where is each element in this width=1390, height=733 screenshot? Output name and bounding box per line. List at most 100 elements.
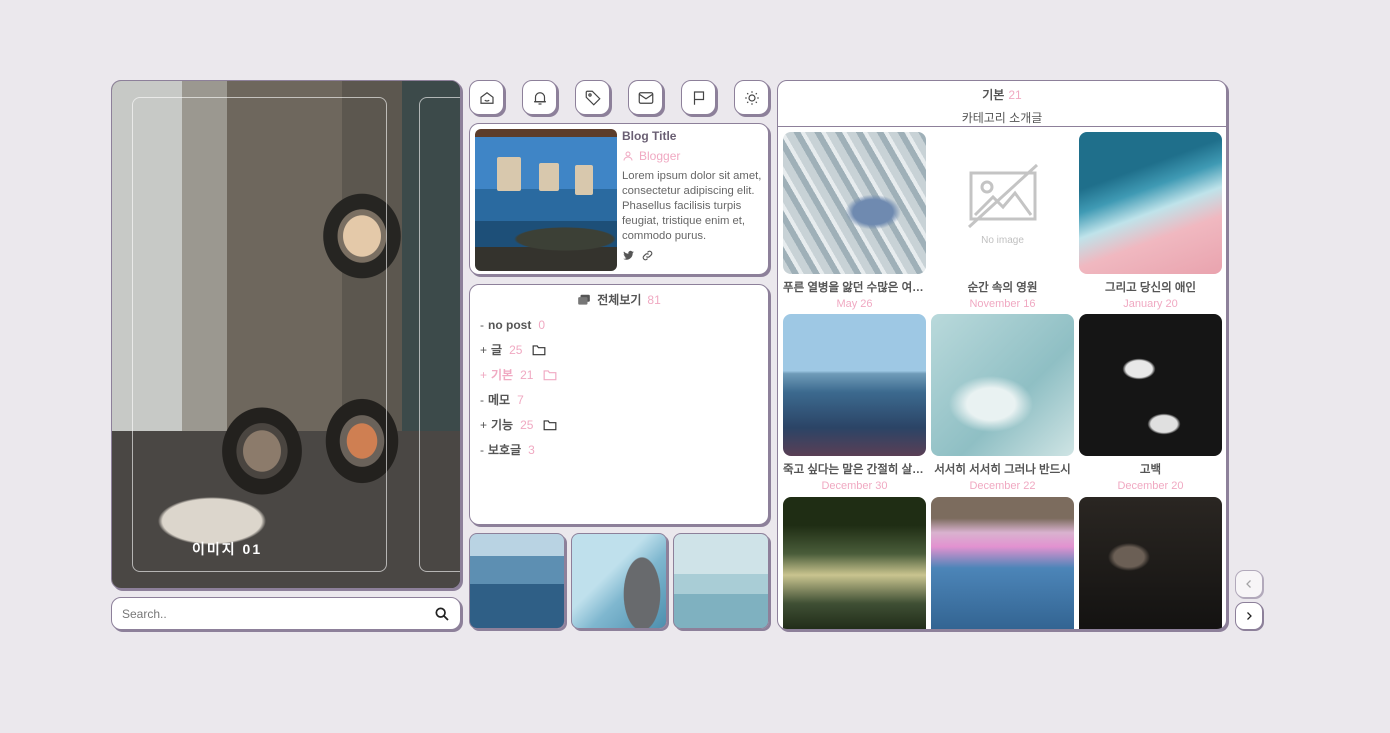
folder-icon[interactable] [543, 419, 557, 431]
category-name: 보호글 [488, 443, 522, 457]
social-links [622, 249, 764, 262]
search-bar [111, 597, 461, 630]
category-all-count: 81 [647, 292, 661, 307]
post-card[interactable]: No image 순간 속의 영원 November 16 [931, 132, 1074, 310]
post-thumbnail[interactable] [931, 314, 1074, 456]
category-card: 전체보기 81 - no post 0 + 글 25 + 기본 21 - 메모 … [469, 284, 769, 525]
post-thumbnail-placeholder[interactable]: No image [931, 132, 1074, 274]
category-name: 글 [491, 343, 503, 357]
category-item[interactable]: - no post 0 [480, 312, 758, 337]
post-card[interactable] [1079, 497, 1222, 629]
thumbnail-image[interactable] [469, 533, 565, 629]
post-title[interactable]: 순간 속의 영원 [931, 279, 1074, 295]
blog-description: Lorem ipsum dolor sit amet, consectetur … [622, 170, 762, 242]
post-card[interactable]: 푸른 열병을 앓던 수많은 여름들 May 26 [783, 132, 926, 310]
no-image-icon [967, 163, 1038, 228]
category-item[interactable]: + 기능 25 [480, 412, 758, 437]
post-date: November 16 [969, 298, 1036, 310]
search-icon[interactable] [434, 606, 450, 622]
category-count: 3 [528, 442, 535, 457]
post-title[interactable]: 푸른 열병을 앓던 수많은 여름들 [783, 279, 926, 295]
profile-card: Blog Title Blogger Lorem ipsum dolor sit… [469, 123, 769, 275]
guestbook-button[interactable] [681, 80, 716, 115]
post-date: December 20 [1117, 480, 1184, 492]
category-list: - no post 0 + 글 25 + 기본 21 - 메모 7 + 기능 2… [480, 312, 758, 462]
category-name: 메모 [488, 393, 511, 407]
post-date: January 20 [1123, 298, 1178, 310]
prev-page-button[interactable] [1235, 570, 1263, 598]
tag-icon [585, 90, 601, 106]
thumbnail-image[interactable] [571, 533, 667, 629]
post-thumbnail[interactable] [783, 497, 926, 629]
post-card[interactable] [783, 497, 926, 629]
post-card[interactable]: 서서히 서서히 그러나 반드시 December 22 [931, 314, 1074, 492]
post-card[interactable]: 죽고 싶다는 말은 간절히 살고 싶다는 말 December 30 [783, 314, 926, 492]
search-input[interactable] [122, 606, 434, 621]
notification-button[interactable] [522, 80, 557, 115]
folder-icon[interactable] [532, 344, 546, 356]
theme-toggle-button[interactable] [734, 80, 769, 115]
post-card[interactable]: 고백 December 20 [1079, 314, 1222, 492]
post-date: May 26 [836, 298, 873, 310]
home-button[interactable] [469, 80, 504, 115]
post-card[interactable]: 그리고 당신의 애인 January 20 [1079, 132, 1222, 310]
folder-icon[interactable] [543, 369, 557, 381]
blogger-label: Blogger [639, 149, 681, 163]
post-thumbnail[interactable] [931, 497, 1074, 629]
sun-icon [744, 90, 759, 105]
mail-button[interactable] [628, 80, 663, 115]
post-card[interactable] [931, 497, 1074, 629]
bell-icon [533, 91, 546, 105]
thumbnail-image[interactable] [673, 533, 769, 629]
profile-info: Blog Title Blogger Lorem ipsum dolor sit… [622, 129, 764, 262]
blogger-name: Blogger [622, 149, 764, 163]
stack-icon [578, 294, 591, 305]
category-item[interactable]: - 메모 7 [480, 387, 758, 412]
chevron-left-icon [1246, 580, 1251, 588]
no-image-label: No image [981, 234, 1024, 246]
category-all[interactable]: 전체보기 81 [480, 291, 758, 308]
category-item[interactable]: - 보호글 3 [480, 437, 758, 462]
twitter-icon[interactable] [622, 249, 635, 262]
category-title: 기본 21 [982, 88, 1022, 102]
flag-icon [693, 90, 704, 105]
post-thumbnail[interactable] [1079, 314, 1222, 456]
post-thumbnail[interactable] [783, 132, 926, 274]
post-title[interactable]: 고백 [1079, 461, 1222, 477]
post-thumbnail[interactable] [1079, 497, 1222, 629]
hero-frame-secondary [419, 97, 460, 572]
category-count: 0 [538, 317, 546, 332]
category-description: 카테고리 소개글 [961, 111, 1043, 125]
user-icon [623, 151, 633, 161]
category-item[interactable]: + 기본 21 [480, 362, 758, 387]
category-count: 25 [520, 417, 534, 432]
category-count: 21 [520, 367, 534, 382]
post-date: December 30 [821, 480, 888, 492]
category-item[interactable]: + 글 25 [480, 337, 758, 362]
category-all-label: 전체보기 [597, 293, 642, 307]
post-thumbnail[interactable] [783, 314, 926, 456]
category-name: 기본 [491, 368, 514, 382]
post-title[interactable]: 그리고 당신의 애인 [1079, 279, 1222, 295]
post-date: December 22 [969, 480, 1036, 492]
hero-caption: 이미지 01 [192, 541, 263, 557]
hero-frame [132, 97, 387, 572]
tag-button[interactable] [575, 80, 610, 115]
post-title[interactable]: 서서히 서서히 그러나 반드시 [931, 461, 1074, 477]
category-name: 기능 [491, 418, 514, 432]
hero-image-card: 이미지 01 [111, 80, 461, 589]
category-count: 7 [517, 392, 524, 407]
home-icon [479, 91, 494, 104]
mail-icon [638, 91, 653, 104]
category-count: 25 [509, 342, 523, 357]
category-name: no post [488, 317, 532, 332]
profile-photo [475, 129, 617, 271]
post-list-card: 기본 21 카테고리 소개글 푸른 열병을 앓던 수많은 여름들 May 26 N… [777, 80, 1227, 630]
next-page-button[interactable] [1235, 602, 1263, 630]
chevron-right-icon [1247, 612, 1252, 620]
post-list-header: 기본 21 카테고리 소개글 [778, 81, 1226, 127]
post-title[interactable]: 죽고 싶다는 말은 간절히 살고 싶다는 말 [783, 461, 926, 477]
post-thumbnail[interactable] [1079, 132, 1222, 274]
blog-title[interactable]: Blog Title [622, 129, 764, 143]
link-icon[interactable] [641, 249, 654, 262]
